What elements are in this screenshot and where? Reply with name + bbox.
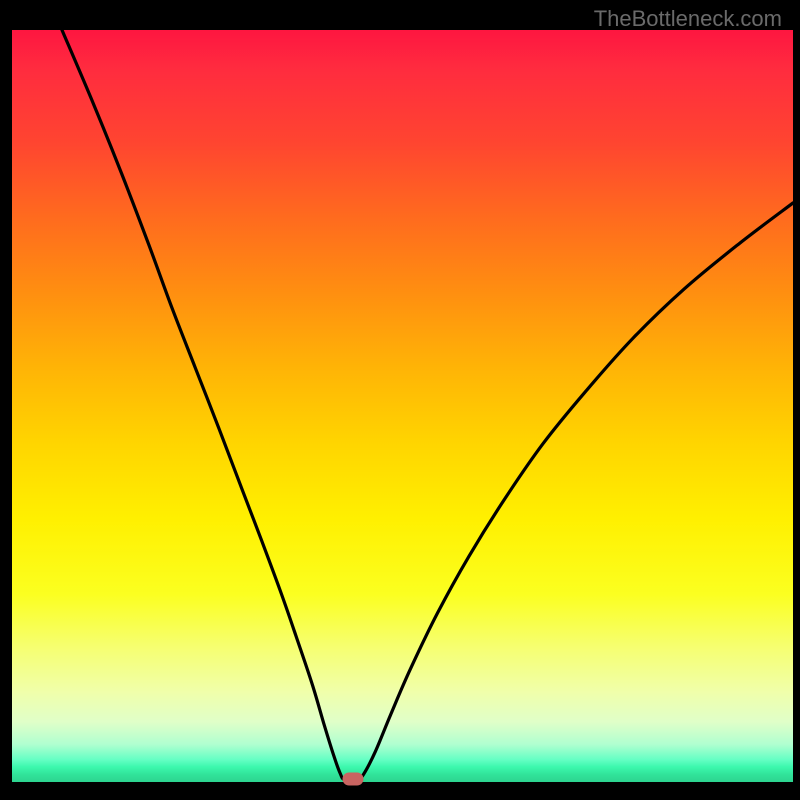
- optimal-point-marker: [342, 773, 363, 786]
- chart-frame: [12, 0, 793, 790]
- plot-area: [12, 30, 793, 782]
- curve-svg: [12, 30, 793, 782]
- bottleneck-curve: [62, 30, 793, 781]
- watermark-text: TheBottleneck.com: [594, 6, 782, 32]
